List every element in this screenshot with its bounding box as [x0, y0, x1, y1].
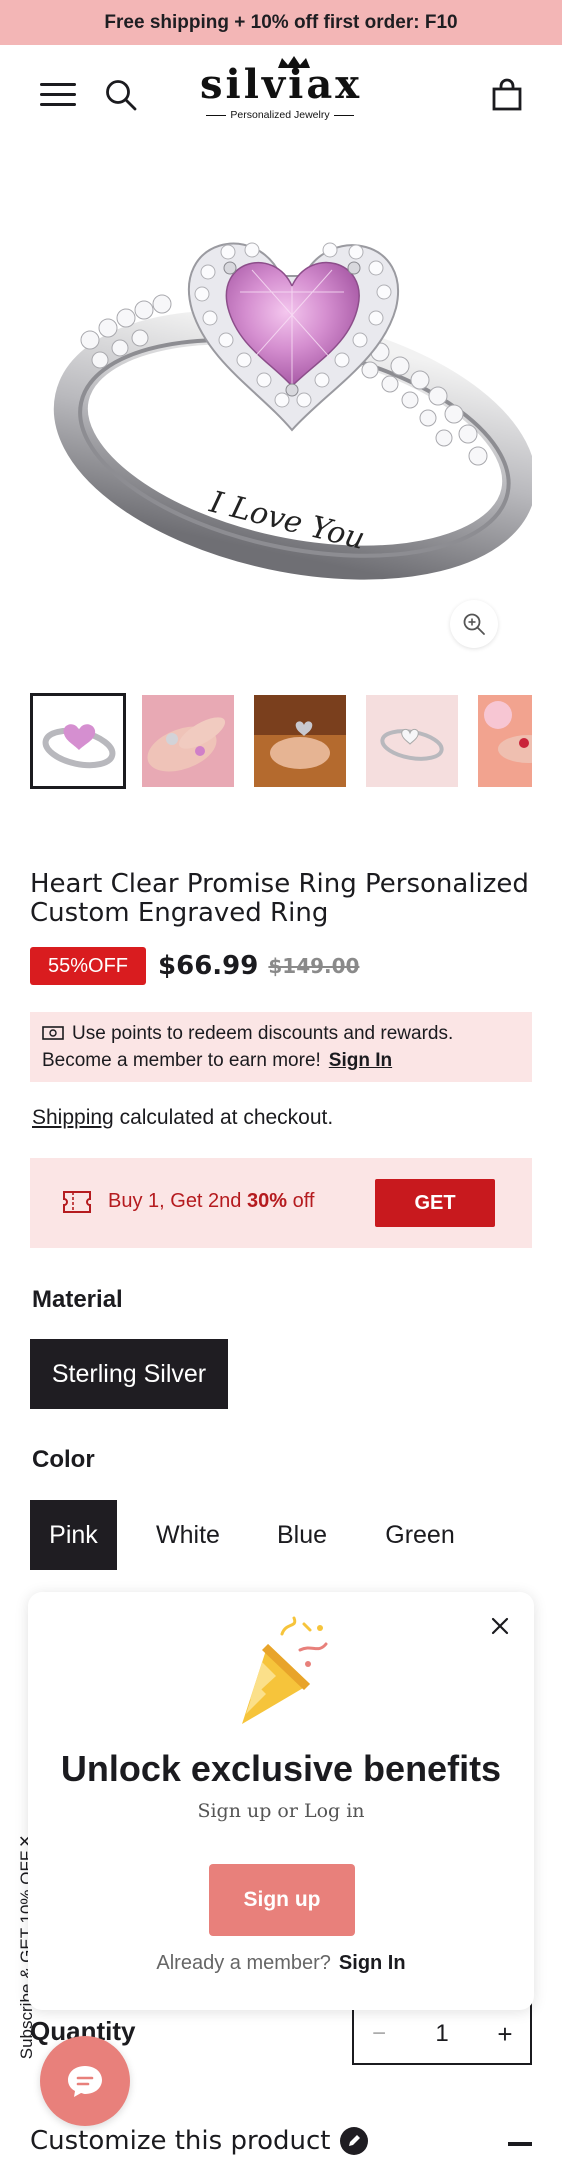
- popup-sign-in-link[interactable]: Sign In: [339, 1952, 406, 1974]
- announcement-bar[interactable]: Free shipping + 10% off first order: F10: [0, 0, 562, 45]
- quantity-value[interactable]: 1: [404, 2020, 480, 2048]
- quantity-stepper[interactable]: − 1 +: [352, 2003, 532, 2065]
- cash-icon: [42, 1026, 64, 1040]
- benefits-popup: Unlock exclusive benefits Sign up or Log…: [28, 1592, 534, 2010]
- product-main-image[interactable]: I Love You: [30, 180, 537, 650]
- customize-section-header[interactable]: Customize this product: [30, 2126, 369, 2156]
- hamburger-menu-icon[interactable]: [40, 81, 78, 109]
- ticket-icon: [63, 1191, 91, 1213]
- product-title: Heart Clear Promise Ring Personalized Cu…: [30, 869, 529, 928]
- popup-subtitle: Sign up or Log in: [197, 1800, 365, 1822]
- promo-banner: Buy 1, Get 2nd 30% off GET: [30, 1158, 532, 1248]
- shipping-note: Shipping calculated at checkout.: [32, 1106, 334, 1129]
- product-page: Free shipping + 10% off first order: F10…: [0, 0, 562, 2160]
- promo-text: Buy 1, Get 2nd 30% off: [108, 1190, 315, 1212]
- color-option-white[interactable]: White: [138, 1500, 238, 1570]
- logo-wordmark: silviax: [200, 61, 363, 108]
- color-option-pink[interactable]: Pink: [30, 1500, 117, 1570]
- material-label: Material: [32, 1286, 123, 1313]
- points-banner: Use points to redeem discounts and rewar…: [30, 1012, 532, 1082]
- customize-label: Customize this product: [30, 2126, 331, 2156]
- shopping-bag-icon[interactable]: [490, 77, 524, 113]
- party-popper-icon: [242, 1616, 328, 1724]
- crown-icon: [278, 56, 310, 68]
- thumbnail-3[interactable]: [254, 695, 346, 787]
- thumbnail-2[interactable]: [142, 695, 234, 787]
- logo-tagline: Personalized Jewelry: [200, 109, 360, 121]
- quantity-decrease-button[interactable]: −: [354, 2020, 404, 2048]
- quantity-increase-button[interactable]: +: [480, 2019, 530, 2050]
- points-line-2: Become a member to earn more! Sign In: [42, 1050, 393, 1071]
- sign-up-button[interactable]: Sign up: [209, 1864, 355, 1936]
- get-offer-button[interactable]: GET: [375, 1179, 495, 1227]
- thumbnail-5[interactable]: [478, 695, 532, 787]
- points-line-1: Use points to redeem discounts and rewar…: [42, 1020, 520, 1047]
- pencil-icon: [340, 2127, 369, 2155]
- site-header: silviax Personalized Jewelry: [0, 45, 562, 145]
- thumbnail-1[interactable]: [30, 693, 126, 789]
- points-sign-in-link[interactable]: Sign In: [329, 1050, 392, 1071]
- zoom-in-icon[interactable]: [450, 600, 498, 648]
- thumbnail-4[interactable]: [366, 695, 458, 787]
- color-option-blue[interactable]: Blue: [258, 1500, 346, 1570]
- search-icon[interactable]: [104, 78, 138, 112]
- discount-badge: 55%OFF: [30, 947, 147, 985]
- announcement-text: Free shipping + 10% off first order: F10: [104, 11, 458, 33]
- color-option-green[interactable]: Green: [370, 1500, 470, 1570]
- popup-title: Unlock exclusive benefits: [60, 1748, 502, 1789]
- chat-bubble-icon[interactable]: [40, 2036, 130, 2126]
- member-prompt: Already a member? Sign In: [156, 1952, 406, 1974]
- price-row: 55%OFF $66.99 $149.00: [30, 946, 359, 986]
- close-icon[interactable]: [486, 1612, 514, 1640]
- shipping-link[interactable]: Shipping: [32, 1106, 114, 1129]
- material-option-sterling-silver[interactable]: Sterling Silver: [30, 1339, 228, 1409]
- collapse-icon[interactable]: [508, 2142, 532, 2146]
- color-label: Color: [32, 1446, 95, 1473]
- original-price: $149.00: [268, 954, 360, 978]
- brand-logo[interactable]: silviax Personalized Jewelry: [200, 56, 363, 129]
- thumbnail-strip[interactable]: [30, 693, 532, 791]
- current-price: $66.99: [158, 951, 259, 981]
